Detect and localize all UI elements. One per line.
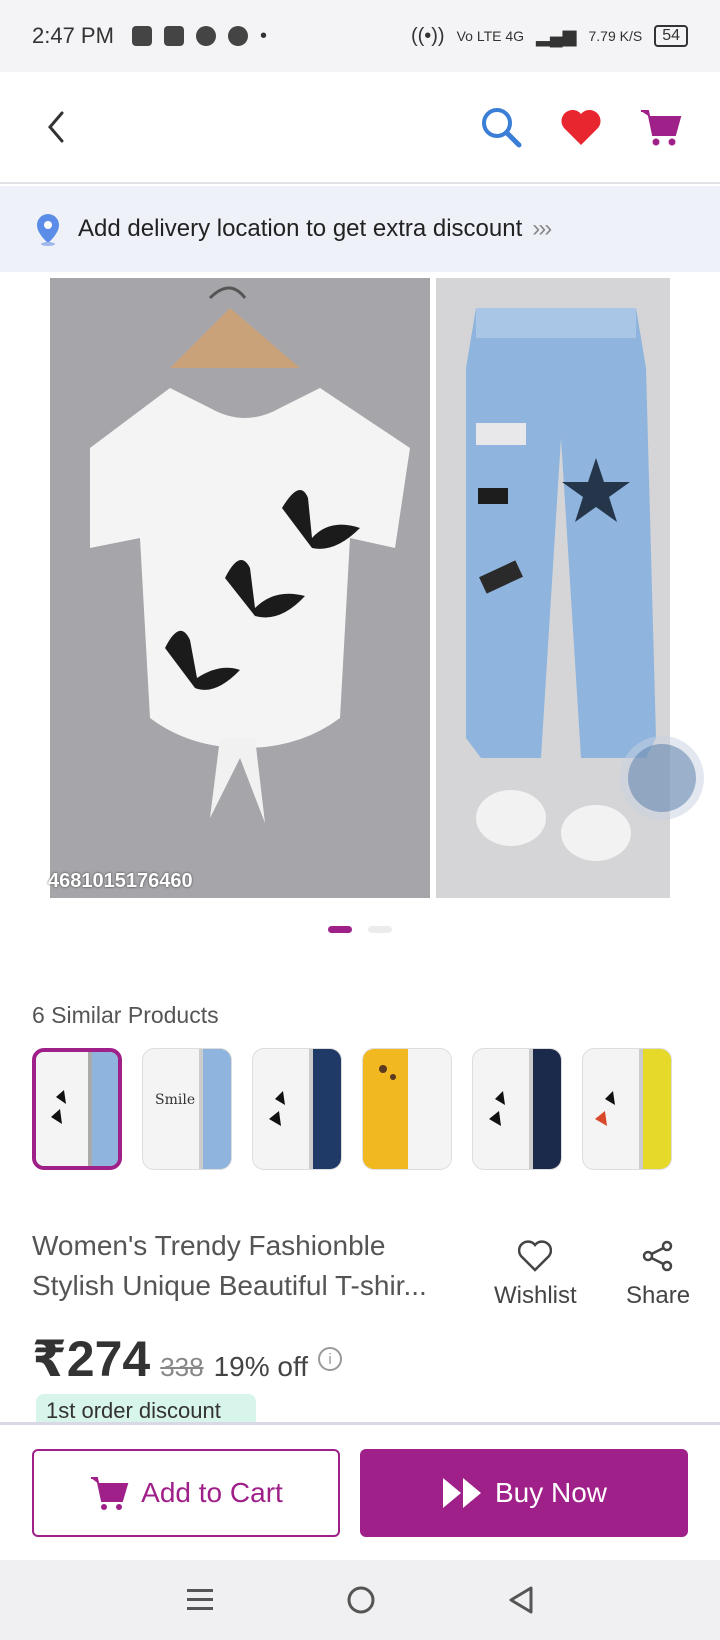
add-to-cart-label: Add to Cart [141, 1476, 283, 1508]
top-app-bar [0, 72, 720, 184]
buy-now-label: Buy Now [494, 1476, 608, 1508]
carousel-indicator [0, 926, 720, 933]
back-nav-icon[interactable] [507, 1584, 535, 1616]
similar-product-thumb[interactable] [252, 1048, 342, 1170]
system-navigation-bar [0, 1560, 720, 1640]
status-time: 2:47 PM [32, 23, 114, 48]
home-icon[interactable] [345, 1584, 377, 1616]
search-button[interactable] [478, 104, 524, 150]
product-title-line1: Women's Trendy Fashionble [32, 1230, 386, 1261]
discount-percent: 19% off [213, 1351, 309, 1382]
product-photo-top [50, 278, 430, 898]
buy-now-button[interactable]: Buy Now [360, 1448, 688, 1537]
tshirt-image [50, 278, 430, 898]
share-label: Share [626, 1282, 691, 1309]
similar-product-thumb[interactable] [582, 1048, 672, 1170]
v-app-icon [163, 26, 184, 46]
share-button[interactable]: Share [626, 1240, 690, 1310]
wishlist-header-button[interactable] [558, 104, 604, 150]
jeans-image [436, 278, 670, 898]
delivery-location-banner[interactable]: Add delivery location to get extra disco… [0, 186, 720, 272]
battery-icon: 54 [654, 25, 688, 47]
more-dot-icon: • [259, 24, 267, 47]
notification-icons: • [131, 24, 267, 48]
delivery-text: Add delivery location to get extra disco… [78, 215, 523, 242]
product-title-line2: Stylish Unique Beautiful T-shir... [32, 1270, 427, 1301]
speed-label: 7.79 K/S [588, 28, 643, 44]
svg-text:Smile: Smile [155, 1092, 195, 1108]
chat-icon [195, 26, 216, 46]
location-pin-icon [37, 214, 59, 246]
hotspot-icon: ((•)) [410, 24, 445, 47]
original-price: 338 [160, 1352, 204, 1382]
product-sku: 4681015176460 [48, 870, 193, 892]
share-icon [642, 1240, 673, 1272]
heart-icon [561, 109, 601, 145]
carousel-dot[interactable] [368, 926, 392, 933]
cart-header-button[interactable] [638, 104, 684, 150]
menu-icon[interactable] [185, 1586, 215, 1614]
notification-icon [131, 26, 152, 46]
network-label: Vo LTE 4G [456, 28, 525, 44]
cart-icon [641, 110, 682, 146]
add-to-cart-button[interactable]: Add to Cart [32, 1448, 340, 1537]
similar-product-thumb[interactable] [362, 1048, 452, 1170]
bottom-action-bar: Add to Cart Buy Now [0, 1422, 720, 1560]
price-row: ₹274 338 19% off i [32, 1330, 343, 1388]
first-order-discount-tag: 1st order discount [36, 1394, 256, 1422]
product-title: Women's Trendy Fashionble Stylish Unique… [32, 1226, 472, 1306]
fast-forward-icon [442, 1477, 481, 1508]
similar-products-title: 6 Similar Products [32, 1002, 219, 1028]
back-icon [48, 111, 64, 143]
similar-product-thumb[interactable]: Smile [142, 1048, 232, 1170]
similar-product-thumb[interactable] [32, 1048, 122, 1170]
wishlist-button[interactable]: Wishlist [494, 1240, 577, 1310]
back-button[interactable] [36, 107, 76, 147]
product-photo-bottom [436, 278, 670, 898]
selling-price: ₹274 [32, 1331, 151, 1387]
status-bar: 2:47 PM • ((•)) Vo LTE 4G ▂▄▆ 7.79 K/S 5… [0, 0, 720, 72]
similar-products-list: Smile [32, 1048, 672, 1170]
wishlist-label: Wishlist [494, 1282, 577, 1309]
search-icon [482, 108, 522, 148]
product-image-gallery[interactable]: 4681015176460 [0, 272, 720, 912]
gallery-floating-button[interactable] [628, 744, 696, 812]
info-icon[interactable]: i [318, 1347, 343, 1371]
signal-icon: ▂▄▆ [536, 25, 577, 46]
cart-icon [91, 1476, 129, 1510]
system-icons: ((•)) Vo LTE 4G ▂▄▆ 7.79 K/S 54 [411, 25, 688, 48]
music-icon [227, 26, 248, 46]
similar-product-thumb[interactable] [472, 1048, 562, 1170]
chevrons-icon: ››› [532, 215, 552, 242]
heart-outline-icon [518, 1240, 553, 1272]
carousel-dot-active[interactable] [328, 926, 352, 933]
